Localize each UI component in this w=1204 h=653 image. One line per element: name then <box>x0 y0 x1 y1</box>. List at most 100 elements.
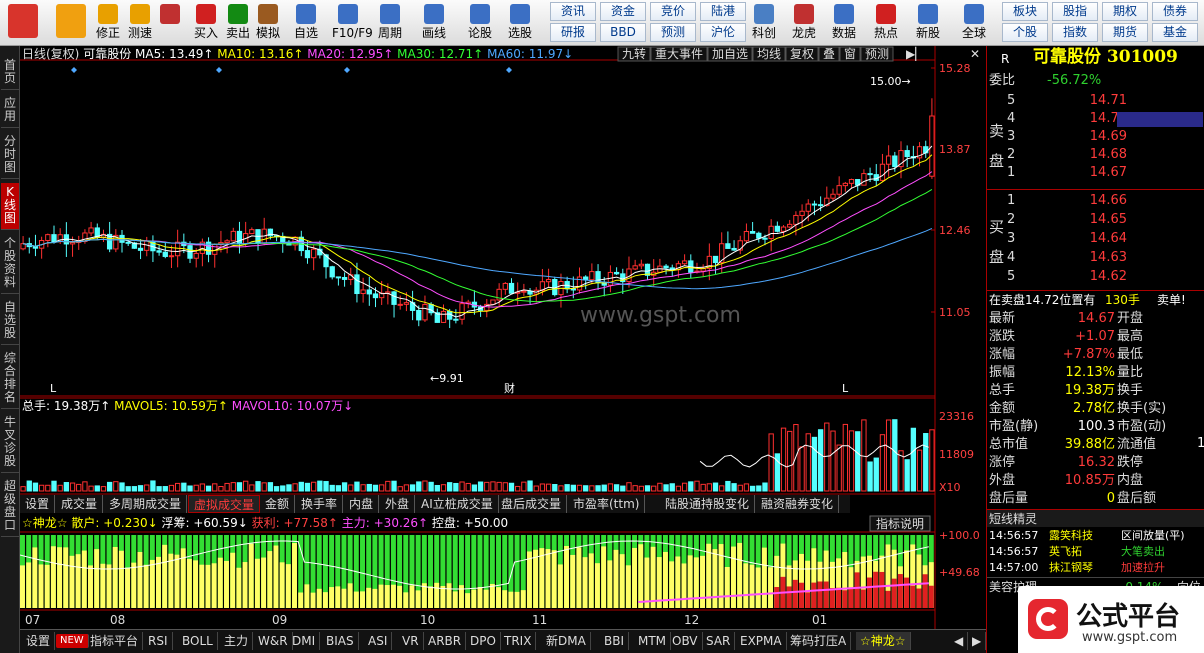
volume-tab-9[interactable]: 盘后成交量 <box>496 495 568 513</box>
toolbar-button-7[interactable]: 模拟 <box>252 2 284 40</box>
bottom-tab-8[interactable]: BIAS <box>322 632 359 650</box>
volume-tab-11[interactable]: 陆股通持股变化 <box>660 495 756 513</box>
left-tab-3[interactable]: K 线 图 <box>1 183 19 230</box>
volume-tab-12[interactable]: 融资融券变化 <box>756 495 840 513</box>
toolbar-tag-资讯[interactable]: 资讯 <box>550 2 596 21</box>
volume-tab-6[interactable]: 内盘 <box>344 495 380 513</box>
bid-row-4[interactable]: 4 14.63 <box>987 249 1204 267</box>
bottom-tab-15[interactable]: BBI <box>600 632 630 650</box>
bottom-tab-0[interactable]: 设置 <box>22 632 56 650</box>
bottom-tab-19[interactable]: EXPMA <box>736 632 787 650</box>
volume-tab-3[interactable]: 虚拟成交量 <box>188 495 261 513</box>
volume-tab-5[interactable]: 换手率 <box>296 495 344 513</box>
bottom-tab-4[interactable]: BOLL <box>178 632 218 650</box>
bottom-tab-16[interactable]: MTM <box>634 632 672 650</box>
bid-row-1[interactable]: 1 14.66 <box>987 192 1204 210</box>
bid-row-5[interactable]: 5 14.62 <box>987 268 1204 286</box>
left-tab-1[interactable]: 应 用 <box>1 94 19 128</box>
left-tab-4[interactable]: 个 股 资 料 <box>1 234 19 294</box>
toolbar-tag-期权[interactable]: 期权 <box>1102 2 1148 21</box>
toolbar-button-16[interactable]: 数据 <box>828 2 860 40</box>
toolbar-tag-BBD[interactable]: BBD <box>600 23 646 42</box>
toolbar-tag-竞价[interactable]: 竞价 <box>650 2 696 21</box>
bid-row-3[interactable]: 3 14.64 <box>987 230 1204 248</box>
ask-row-5[interactable]: 5 14.71 <box>987 92 1204 110</box>
toolbar-tag-基金[interactable]: 基金 <box>1152 23 1198 42</box>
volume-tab-0[interactable]: 设置 <box>20 495 56 513</box>
volume-tab-8[interactable]: AI立桩成交量 <box>416 495 499 513</box>
bottom-tab-18[interactable]: SAR <box>702 632 736 650</box>
toolbar-button-13[interactable]: 选股 <box>504 2 536 40</box>
chart-canvas[interactable]: 日线(复权) 可靠股份 MA5: 13.49↑ MA10: 13.16↑ MA2… <box>19 46 985 629</box>
toolbar-button-15[interactable]: 龙虎 <box>788 2 820 40</box>
left-tab-5[interactable]: 自 选 股 <box>1 298 19 345</box>
left-tab-2[interactable]: 分 时 图 <box>1 132 19 179</box>
arrow-icon[interactable]: ▶▏ <box>906 46 924 61</box>
toolbar-tag-研报[interactable]: 研报 <box>550 23 596 42</box>
close-icon[interactable]: ✕ <box>970 47 980 61</box>
scroll-right-icon[interactable]: ▶ <box>968 632 987 650</box>
toolbar-button-10[interactable]: 周期 <box>374 2 406 40</box>
toolbar-button-0[interactable] <box>4 2 42 38</box>
toolbar-button-3[interactable]: 测速 <box>124 2 156 40</box>
ask-row-2[interactable]: 2 14.68 <box>987 146 1204 164</box>
short-row-1[interactable]: 14:56:57 英飞拓 大笔卖出 <box>987 544 1204 560</box>
toolbar-tag-期货[interactable]: 期货 <box>1102 23 1148 42</box>
bottom-tab-7[interactable]: DMI <box>288 632 321 650</box>
toolbar-button-11[interactable]: 画线 <box>418 2 450 40</box>
volume-tab-7[interactable]: 外盘 <box>380 495 416 513</box>
volume-tab-1[interactable]: 成交量 <box>56 495 104 513</box>
toolbar-button-5[interactable]: 买入 <box>190 2 222 40</box>
bottom-tab-1[interactable]: NEW <box>56 634 89 648</box>
candle-body <box>725 243 731 249</box>
toolbar-tag-板块[interactable]: 板块 <box>1002 2 1048 21</box>
toolbar-tag-预测[interactable]: 预测 <box>650 23 696 42</box>
toolbar-button-19[interactable]: 全球 <box>958 2 990 40</box>
bottom-tab-13[interactable]: TRIX <box>500 632 537 650</box>
toolbar-tag-股指[interactable]: 股指 <box>1052 2 1098 21</box>
bottom-tab-3[interactable]: RSI <box>144 632 173 650</box>
left-tab-7[interactable]: 牛 叉 诊 股 <box>1 413 19 473</box>
scroll-left-icon[interactable]: ◀ <box>950 632 969 650</box>
toolbar-tag-个股[interactable]: 个股 <box>1002 23 1048 42</box>
short-row-0[interactable]: 14:56:57 露笑科技 区间放量(平) <box>987 528 1204 544</box>
toolbar-tag-债券[interactable]: 债券 <box>1152 2 1198 21</box>
bottom-tab-2[interactable]: 指标平台 <box>86 632 144 650</box>
toolbar-button-9[interactable]: F10/F9 <box>332 2 373 40</box>
toolbar-button-17[interactable]: 热点 <box>870 2 902 40</box>
bottom-tab-20[interactable]: 筹码打压A <box>786 632 852 650</box>
kline-chart-area[interactable]: 日线(复权) 可靠股份 MA5: 13.49↑ MA10: 13.16↑ MA2… <box>19 46 985 629</box>
ask-row-1[interactable]: 1 14.67 <box>987 164 1204 182</box>
left-tab-0[interactable]: 首 页 <box>1 56 19 90</box>
toolbar-button-1[interactable] <box>52 2 90 38</box>
toolbar-button-8[interactable]: 自选 <box>290 2 322 40</box>
toolbar-button-4[interactable] <box>154 2 186 24</box>
bottom-tab-5[interactable]: 主力 <box>220 632 254 650</box>
toolbar-button-18[interactable]: 新股 <box>912 2 944 40</box>
bottom-tab-11[interactable]: ARBR <box>424 632 467 650</box>
toolbar-button-14[interactable]: 科创 <box>748 2 780 40</box>
left-tab-6[interactable]: 综 合 排 名 <box>1 349 19 409</box>
toolbar-tag-指数[interactable]: 指数 <box>1052 23 1098 42</box>
toolbar-button-12[interactable]: 论股 <box>464 2 496 40</box>
volume-tab-2[interactable]: 多周期成交量 <box>104 495 188 513</box>
toolbar-button-2[interactable]: 修正 <box>92 2 124 40</box>
ask-row-3[interactable]: 3 14.69 <box>987 128 1204 146</box>
toolbar-tag-陆港[interactable]: 陆港 <box>700 2 746 21</box>
toolbar-tag-资金[interactable]: 资金 <box>600 2 646 21</box>
bottom-tab-9[interactable]: ASI <box>364 632 393 650</box>
bottom-tab-17[interactable]: OBV <box>668 632 703 650</box>
bottom-tab-14[interactable]: 新DMA <box>542 632 591 650</box>
bottom-tab-21[interactable]: ☆神龙☆ <box>856 632 911 650</box>
volume-tab-10[interactable]: 市盈率(ttm) <box>568 495 646 513</box>
bottom-tab-10[interactable]: VR <box>398 632 424 650</box>
toolbar-button-6[interactable]: 卖出 <box>222 2 254 40</box>
bid-row-2[interactable]: 2 14.65 <box>987 211 1204 229</box>
toolbar-tag-沪伦[interactable]: 沪伦 <box>700 23 746 42</box>
left-tab-8[interactable]: 超 级 盘 口 <box>1 477 19 537</box>
ask-row-4[interactable]: 4 14.70 <box>987 110 1204 128</box>
bottom-tab-6[interactable]: W&R <box>254 632 293 650</box>
volume-tab-4[interactable]: 金额 <box>260 495 296 513</box>
short-row-2[interactable]: 14:57:00 抹江钢琴 加速拉升 <box>987 560 1204 576</box>
bottom-tab-12[interactable]: DPO <box>466 632 501 650</box>
